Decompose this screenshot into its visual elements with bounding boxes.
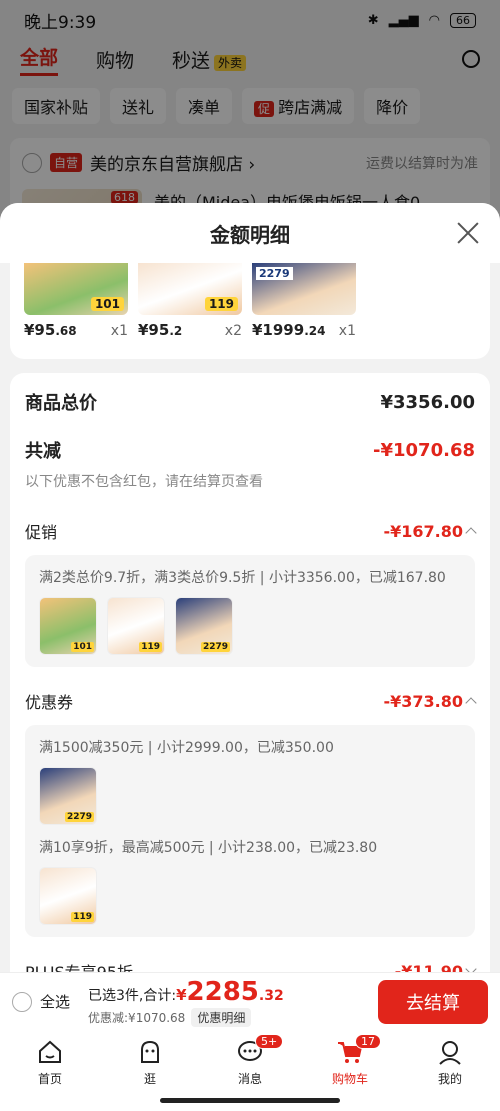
product-thumb[interactable]: 2279 [175, 597, 233, 655]
total-dec: .32 [258, 987, 284, 1004]
total-label: 商品总价 [25, 393, 97, 414]
product-image: 119 [138, 263, 242, 315]
item-price-int: ¥95 [138, 321, 170, 339]
promo-value-text: -¥167.80 [383, 521, 463, 541]
close-icon[interactable] [456, 221, 480, 245]
total-value: ¥3356.00 [380, 391, 475, 413]
home-indicator[interactable] [160, 1098, 340, 1103]
promo-detail-box: 满2类总价9.7折，满3类总价9.5折 | 小计3356.00，已减167.80… [25, 555, 475, 667]
item-price-dec: .68 [55, 324, 77, 338]
item-price-dec: .2 [169, 324, 183, 338]
discount-line: 优惠减:¥1070.68 优惠明细 [88, 1007, 284, 1027]
reduce-value: -¥1070.68 [373, 439, 475, 461]
coupon-desc-1: 满1500减350元 | 小计2999.00，已减350.00 [39, 740, 334, 756]
item-meta: ¥1999.24 x1 [252, 321, 356, 339]
coupon-row[interactable]: 优惠券 -¥373.80 [25, 689, 477, 713]
home-icon [39, 1040, 61, 1063]
list-item[interactable]: 119 ¥95.2 x2 [138, 263, 242, 339]
price-tag: 119 [139, 642, 162, 652]
coupon-thumbs-1: 2279 [39, 767, 461, 825]
product-thumb[interactable]: 2279 [39, 767, 97, 825]
promo-label: 促销 [25, 523, 58, 542]
item-qty: x1 [110, 323, 128, 339]
coupon-value-text: -¥373.80 [383, 691, 463, 711]
discount-note: 以下优惠不包含红包，请在结算页查看 [25, 474, 263, 490]
item-price-int: ¥1999 [252, 321, 305, 339]
coupon-thumbs-2: 119 [39, 867, 461, 925]
selected-text: 已选3件,合计: [88, 987, 177, 1004]
nav-label: 消息 [237, 1072, 262, 1086]
item-qty: x1 [338, 323, 356, 339]
item-meta: ¥95.68 x1 [24, 321, 128, 339]
price-tag: 2279 [256, 267, 293, 280]
checkout-button[interactable]: 去结算 [378, 979, 488, 1024]
product-thumb[interactable]: 119 [107, 597, 165, 655]
total-price: ¥2285.32 [176, 977, 284, 1007]
chevron-up-icon[interactable] [465, 527, 477, 539]
nav-label: 逛 [143, 1072, 156, 1086]
coupon-desc-2: 满10享9折，最高减500元 | 小计238.00，已减23.80 [39, 840, 378, 856]
coupon-value: -¥373.80 [383, 691, 477, 711]
promo-desc: 满2类总价9.7折，满3类总价9.5折 | 小计3356.00，已减167.80 [39, 570, 446, 586]
promo-row[interactable]: 促销 -¥167.80 [25, 519, 477, 543]
nav-home[interactable]: 首页 [15, 1038, 85, 1111]
list-item[interactable]: 101 ¥95.68 x1 [24, 263, 128, 339]
item-price-dec: .24 [304, 324, 326, 338]
price-detail-card: 商品总价 ¥3356.00 共减 -¥1070.68 以下优惠不包含红包，请在结… [10, 373, 490, 993]
sum-line: 已选3件,合计: ¥2285.32 [88, 977, 284, 1007]
sheet-title: 金额明细 [210, 222, 290, 247]
product-image: 2279 [252, 263, 356, 315]
product-image: 101 [24, 263, 128, 315]
total-int: 2285 [186, 976, 259, 1007]
discount-text: 优惠减:¥1070.68 [88, 1010, 186, 1025]
nav-label: 购物车 [331, 1072, 368, 1086]
item-meta: ¥95.2 x2 [138, 321, 242, 339]
sheet-header: 金额明细 [0, 203, 500, 263]
price-tag: 2279 [200, 642, 230, 652]
cart-badge: 17 [355, 1034, 381, 1049]
list-item[interactable]: 2279 ¥1999.24 x1 [252, 263, 356, 339]
discount-detail-button[interactable]: 优惠明细 [191, 1007, 252, 1027]
reduce-row: 共减 -¥1070.68 [25, 437, 475, 463]
item-price: ¥95.68 [24, 321, 77, 339]
checkout-bar: 全选 已选3件,合计: ¥2285.32 优惠减:¥1070.68 优惠明细 去… [0, 972, 500, 1030]
price-tag: 119 [204, 297, 238, 311]
sum-block: 已选3件,合计: ¥2285.32 优惠减:¥1070.68 优惠明细 [88, 977, 284, 1027]
product-thumb[interactable]: 101 [39, 597, 97, 655]
coupon-label: 优惠券 [25, 693, 74, 712]
nav-profile[interactable]: 我的 [415, 1038, 485, 1111]
coupon-detail-box: 满1500减350元 | 小计2999.00，已减350.00 2279 满10… [25, 725, 475, 937]
total-row: 商品总价 ¥3356.00 [25, 389, 475, 415]
total-currency: ¥ [176, 985, 187, 1004]
items-row: 101 ¥95.68 x1 119 ¥95.2 x2 2279 ¥1999.24… [24, 263, 356, 339]
item-price: ¥95.2 [138, 321, 182, 339]
price-tag: 119 [71, 912, 94, 922]
nav-label: 首页 [37, 1072, 62, 1086]
messages-badge: 5+ [255, 1034, 284, 1049]
price-tag: 2279 [64, 812, 94, 822]
profile-icon [439, 1041, 461, 1065]
explore-icon [141, 1040, 159, 1063]
product-thumb[interactable]: 119 [39, 867, 97, 925]
price-tag: 101 [71, 642, 94, 652]
promo-thumbs: 101 119 2279 [39, 597, 461, 655]
items-card: 101 ¥95.68 x1 119 ¥95.2 x2 2279 ¥1999.24… [10, 263, 490, 359]
chevron-up-icon[interactable] [465, 697, 477, 709]
select-all-checkbox[interactable] [12, 991, 32, 1012]
reduce-label: 共减 [25, 441, 61, 462]
item-price-int: ¥95 [24, 321, 56, 339]
nav-label: 我的 [437, 1072, 462, 1086]
price-tag: 101 [90, 297, 124, 311]
item-price: ¥1999.24 [252, 321, 325, 339]
promo-value: -¥167.80 [383, 521, 477, 541]
select-all-label[interactable]: 全选 [40, 991, 70, 1012]
item-qty: x2 [224, 323, 242, 339]
